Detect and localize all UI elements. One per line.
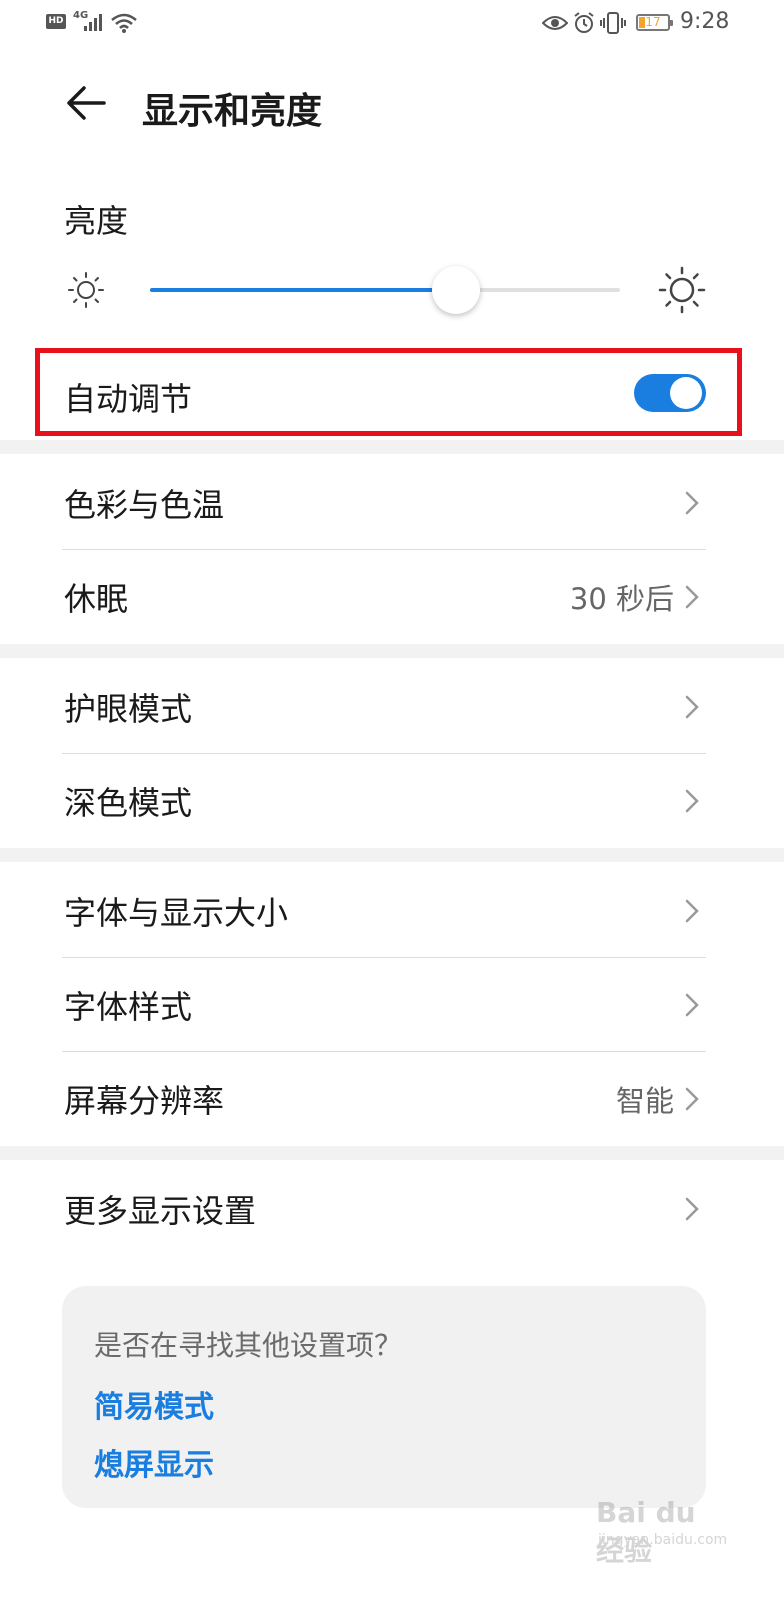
chevron-right-icon <box>685 899 699 923</box>
row-label: 字体样式 <box>64 988 193 1026</box>
row-label: 色彩与色温 <box>64 486 225 524</box>
chevron-right-icon <box>685 789 699 813</box>
row-label: 屏幕分辨率 <box>64 1082 225 1120</box>
brightness-slider[interactable] <box>150 266 620 314</box>
sun-small-icon <box>68 272 104 308</box>
brightness-slider-thumb[interactable] <box>431 266 480 314</box>
alarm-icon <box>574 12 594 33</box>
link-always-on-display[interactable]: 熄屏显示 <box>94 1440 214 1484</box>
row-font-display-size[interactable]: 字体与显示大小 <box>0 864 784 958</box>
watermark-url: jingyan.baidu.com <box>598 1532 728 1548</box>
row-label: 更多显示设置 <box>64 1192 257 1230</box>
row-label: 护眼模式 <box>64 690 193 728</box>
back-arrow-icon[interactable] <box>62 78 112 128</box>
link-simple-mode[interactable]: 简易模式 <box>94 1382 214 1426</box>
signal-icon <box>84 14 102 31</box>
chevron-right-icon <box>685 695 699 719</box>
section-separator <box>0 848 784 862</box>
row-color-temperature[interactable]: 色彩与色温 <box>0 456 784 550</box>
row-label: 字体与显示大小 <box>64 894 289 932</box>
row-eye-comfort[interactable]: 护眼模式 <box>0 660 784 754</box>
status-clock: 9:28 <box>680 9 730 34</box>
suggestion-card: 是否在寻找其他设置项？ 简易模式 熄屏显示 <box>62 1286 706 1508</box>
chevron-right-icon <box>685 491 699 515</box>
chevron-right-icon <box>685 993 699 1017</box>
row-more-display-settings[interactable]: 更多显示设置 <box>0 1162 784 1256</box>
row-sleep[interactable]: 休眠 30 秒后 <box>0 550 784 644</box>
battery-level-text: 17 <box>645 15 661 29</box>
brightness-label: 亮度 <box>64 202 129 240</box>
status-bar: HD 4G 17 9:28 <box>0 0 784 48</box>
row-dark-mode[interactable]: 深色模式 <box>0 754 784 848</box>
row-label: 深色模式 <box>64 784 193 822</box>
row-label: 休眠 <box>64 580 129 618</box>
row-value: 智能 <box>615 1084 674 1118</box>
row-font-style[interactable]: 字体样式 <box>0 958 784 1052</box>
chevron-right-icon <box>685 1087 699 1111</box>
section-separator <box>0 644 784 658</box>
watermark-logo: Bai du 经验 jingyan.baidu.com <box>596 1486 728 1567</box>
row-screen-resolution[interactable]: 屏幕分辨率 智能 <box>0 1052 784 1146</box>
section-separator <box>0 440 784 454</box>
eye-icon <box>542 16 568 30</box>
row-value: 30 秒后 <box>569 582 674 616</box>
battery-icon: 17 <box>636 14 673 31</box>
highlight-annotation-box <box>35 348 742 436</box>
section-separator <box>0 1146 784 1160</box>
suggestion-question: 是否在寻找其他设置项？ <box>94 1329 403 1362</box>
wifi-icon <box>111 13 137 33</box>
chevron-right-icon <box>685 1197 699 1221</box>
brightness-slider-fill <box>150 288 456 292</box>
vibrate-icon <box>600 12 626 34</box>
sun-large-icon <box>658 266 706 314</box>
hd-badge: HD <box>46 14 66 29</box>
page-title: 显示和亮度 <box>142 91 323 132</box>
chevron-right-icon <box>685 585 699 609</box>
